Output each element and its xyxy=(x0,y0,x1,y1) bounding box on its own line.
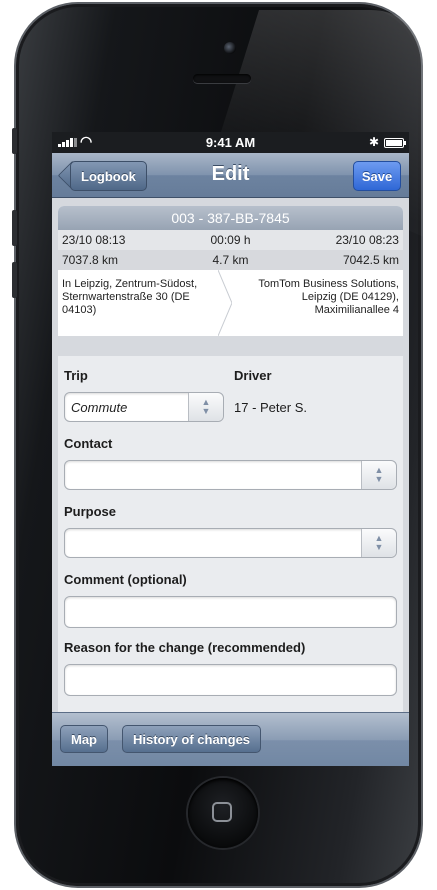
up-down-arrows-icon: ▲ ▼ xyxy=(361,529,396,557)
trip-odometer-row: 7037.8 km 4.7 km 7042.5 km xyxy=(58,250,403,270)
contact-label: Contact xyxy=(64,436,113,451)
trip-distance: 4.7 km xyxy=(212,253,249,267)
trip-type-value: Commute xyxy=(71,400,128,415)
comment-label: Comment (optional) xyxy=(64,572,187,587)
trip-duration: 00:09 h xyxy=(210,233,251,247)
status-time: 9:41 AM xyxy=(205,135,256,150)
trip-time-row: 23/10 08:13 00:09 h 23/10 08:23 xyxy=(58,230,403,250)
trip-summary-card: 003 - 387-BB-7845 23/10 08:13 00:09 h 23… xyxy=(58,206,403,336)
driver-value: 17 - Peter S. xyxy=(234,400,307,415)
home-square-icon xyxy=(212,802,232,822)
to-address: TomTom Business Solutions, Leipzig (DE 0… xyxy=(258,278,399,316)
edit-form: Trip Driver Commute ▲ ▼ 17 - Peter S. Con… xyxy=(58,356,403,712)
reason-label: Reason for the change (recommended) xyxy=(64,640,306,655)
bottom-toolbar: Map History of changes xyxy=(52,712,409,766)
earpiece-speaker xyxy=(193,74,251,83)
battery-icon xyxy=(384,138,406,148)
comment-field[interactable] xyxy=(64,596,397,628)
save-button[interactable]: Save xyxy=(353,161,401,191)
home-button[interactable] xyxy=(188,778,258,848)
start-odometer: 7037.8 km xyxy=(62,253,119,267)
front-camera xyxy=(224,42,236,54)
bluetooth-icon: ✱ xyxy=(368,135,379,149)
vehicle-plate: 003 - 387-BB-7845 xyxy=(58,206,403,230)
purpose-picker[interactable]: ▲ ▼ xyxy=(64,528,397,558)
volume-up-button xyxy=(12,210,17,246)
end-odometer: 7042.5 km xyxy=(342,253,399,267)
address-row: In Leipzig, Zentrum-Südost, Sternwartens… xyxy=(58,270,403,336)
mute-switch xyxy=(12,128,17,154)
chevron-right-icon xyxy=(218,270,232,336)
navigation-bar: Logbook Edit Save xyxy=(52,153,409,198)
volume-down-button xyxy=(12,262,17,298)
purpose-label: Purpose xyxy=(64,504,117,519)
screen: ◠ 9:41 AM ✱ Logbook Edit Save 003 - 387-… xyxy=(52,132,409,766)
up-down-arrows-icon: ▲ ▼ xyxy=(361,461,396,489)
driver-label: Driver xyxy=(234,368,272,383)
back-button[interactable]: Logbook xyxy=(70,161,147,191)
start-time: 23/10 08:13 xyxy=(62,233,126,247)
map-button[interactable]: Map xyxy=(60,725,108,753)
reason-field[interactable] xyxy=(64,664,397,696)
end-time: 23/10 08:23 xyxy=(335,233,399,247)
status-bar: ◠ 9:41 AM ✱ xyxy=(52,132,409,153)
up-down-arrows-icon: ▲ ▼ xyxy=(188,393,223,421)
contact-picker[interactable]: ▲ ▼ xyxy=(64,460,397,490)
trip-label: Trip xyxy=(64,368,88,383)
history-button[interactable]: History of changes xyxy=(122,725,262,753)
from-address: In Leipzig, Zentrum-Südost, Sternwartens… xyxy=(62,278,198,316)
trip-type-picker[interactable]: Commute ▲ ▼ xyxy=(64,392,224,422)
